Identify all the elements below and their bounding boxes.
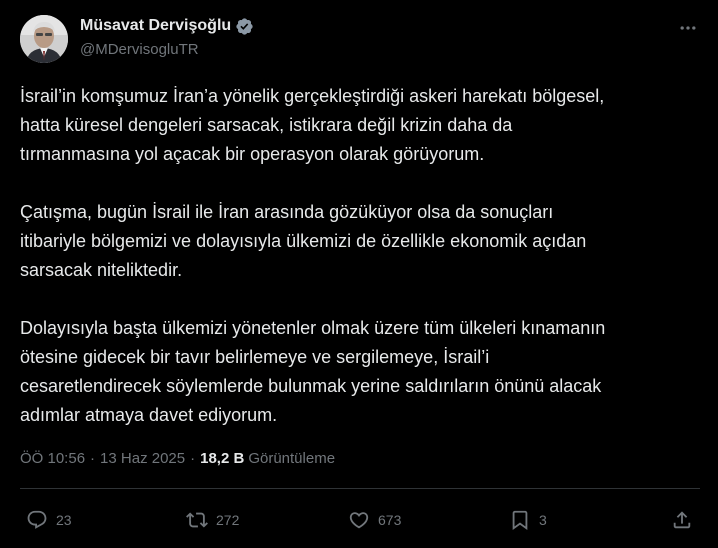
reply-button[interactable]: 23 [26,506,72,534]
avatar-photo [20,15,68,63]
divider [20,488,700,489]
author-avatar[interactable] [20,15,68,63]
repost-icon [186,512,208,528]
tweet-paragraph: İsrail’in komşumuz İran’a yönelik gerçek… [20,86,605,164]
author-handle[interactable]: @MDervisogluTR [80,41,199,58]
tweet-time[interactable]: ÖÖ 10:56 [20,450,85,467]
tweet: Müsavat Dervişoğlu @MDervisogluTR İsrail… [0,0,718,548]
repost-count: 272 [216,512,240,528]
bookmark-button[interactable]: 3 [509,506,547,534]
tweet-date[interactable]: 13 Haz 2025 [100,450,185,467]
tweet-text: İsrail’in komşumuz İran’a yönelik gerçek… [20,82,710,430]
action-bar: 23 272 673 3 [0,506,718,534]
author-name-row: Müsavat Dervişoğlu [80,16,254,36]
like-button[interactable]: 673 [348,506,401,534]
tweet-paragraph: Dolayısıyla başta ülkemizi yönetenler ol… [20,318,606,425]
author-name[interactable]: Müsavat Dervişoğlu [80,17,231,35]
tweet-meta: ÖÖ 10:56 · 13 Haz 2025 · 18,2 B Görüntül… [20,450,335,467]
reply-count: 23 [56,512,72,528]
views-label: Görüntüleme [248,450,336,467]
meta-separator: · [190,450,196,467]
heart-icon [349,512,369,529]
like-count: 673 [378,512,402,528]
more-dots-icon [680,26,696,30]
meta-separator: · [90,450,96,467]
bookmark-count: 3 [539,512,547,528]
bookmark-icon [512,510,528,531]
verified-badge-icon [235,17,254,36]
repost-button[interactable]: 272 [186,506,239,534]
more-options-button[interactable] [676,16,700,40]
reply-icon [27,510,47,529]
tweet-paragraph: Çatışma, bugün İsrail ile İran arasında … [20,202,587,280]
share-icon [673,511,691,529]
share-button[interactable] [671,506,693,534]
views-count: 18,2 B [200,450,245,467]
